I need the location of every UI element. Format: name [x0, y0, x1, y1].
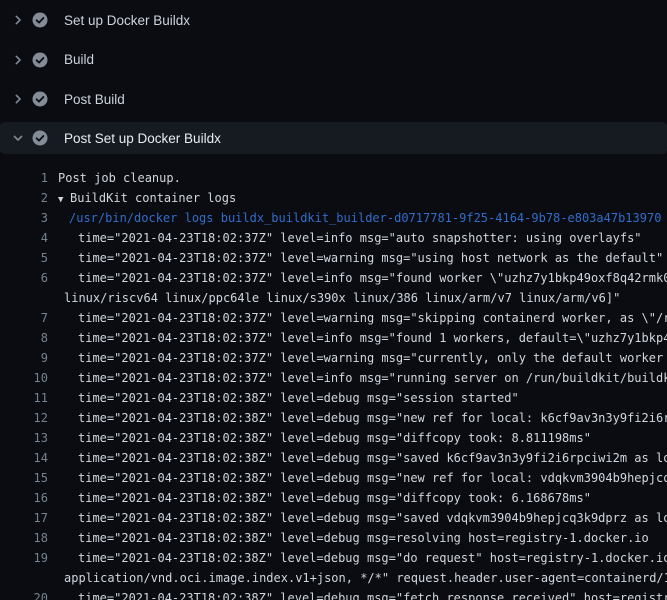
- log-panel[interactable]: 1 Post job cleanup. 2 ▼BuildKit containe…: [0, 157, 667, 600]
- log-line: linux/riscv64 linux/ppc64le linux/s390x …: [0, 288, 667, 308]
- log-line: 12 time="2021-04-23T18:02:38Z" level=deb…: [0, 408, 667, 428]
- step-header-1[interactable]: Build: [0, 40, 667, 79]
- line-number[interactable]: 5: [0, 248, 48, 268]
- log-text: time="2021-04-23T18:02:37Z" level=info m…: [78, 268, 667, 288]
- chevron-right-icon[interactable]: [10, 91, 26, 107]
- line-number[interactable]: 2: [0, 188, 48, 208]
- log-line: 18 time="2021-04-23T18:02:38Z" level=deb…: [0, 528, 667, 548]
- step-header-3[interactable]: Post Set up Docker Buildx: [0, 119, 667, 157]
- log-line: application/vnd.oci.image.index.v1+json,…: [0, 568, 667, 588]
- chevron-right-icon[interactable]: [10, 12, 26, 28]
- line-number[interactable]: 15: [0, 468, 48, 488]
- log-text: time="2021-04-23T18:02:37Z" level=warnin…: [78, 348, 667, 368]
- log-line: 9 time="2021-04-23T18:02:37Z" level=warn…: [0, 348, 667, 368]
- line-number[interactable]: 6: [0, 268, 48, 288]
- line-number[interactable]: 3: [0, 208, 48, 228]
- line-number[interactable]: 12: [0, 408, 48, 428]
- log-text: time="2021-04-23T18:02:38Z" level=debug …: [78, 448, 667, 468]
- line-number[interactable]: 20: [0, 588, 48, 600]
- log-line: 19 time="2021-04-23T18:02:38Z" level=deb…: [0, 548, 667, 568]
- step-title: Build: [64, 52, 94, 67]
- chevron-right-icon[interactable]: [10, 52, 26, 68]
- line-number[interactable]: 9: [0, 348, 48, 368]
- log-text: time="2021-04-23T18:02:38Z" level=debug …: [78, 588, 667, 600]
- log-line: 17 time="2021-04-23T18:02:38Z" level=deb…: [0, 508, 667, 528]
- log-line: 6 time="2021-04-23T18:02:37Z" level=info…: [0, 268, 667, 288]
- chevron-down-icon[interactable]: [10, 130, 26, 146]
- log-line: 10 time="2021-04-23T18:02:37Z" level=inf…: [0, 368, 667, 388]
- step-title: Set up Docker Buildx: [64, 13, 190, 28]
- step-title: Post Set up Docker Buildx: [64, 131, 221, 146]
- log-line: 5 time="2021-04-23T18:02:37Z" level=warn…: [0, 248, 667, 268]
- line-number[interactable]: 1: [0, 168, 48, 188]
- log-line: 16 time="2021-04-23T18:02:38Z" level=deb…: [0, 488, 667, 508]
- log-line: 3 /usr/bin/docker logs buildx_buildkit_b…: [0, 208, 667, 228]
- log-text: time="2021-04-23T18:02:38Z" level=debug …: [78, 408, 667, 428]
- log-text: time="2021-04-23T18:02:37Z" level=warnin…: [78, 308, 667, 328]
- log-text: time="2021-04-23T18:02:38Z" level=debug …: [78, 468, 667, 488]
- log-line: 7 time="2021-04-23T18:02:37Z" level=warn…: [0, 308, 667, 328]
- line-number[interactable]: 11: [0, 388, 48, 408]
- check-circle-icon: [32, 130, 48, 146]
- step-header-2[interactable]: Post Build: [0, 79, 667, 119]
- log-text: Post job cleanup.: [58, 168, 181, 188]
- line-number[interactable]: 10: [0, 368, 48, 388]
- log-text: application/vnd.oci.image.index.v1+json,…: [64, 568, 667, 588]
- line-number[interactable]: 19: [0, 548, 48, 568]
- log-line: 14 time="2021-04-23T18:02:38Z" level=deb…: [0, 448, 667, 468]
- log-text: time="2021-04-23T18:02:38Z" level=debug …: [78, 388, 519, 408]
- log-text: time="2021-04-23T18:02:38Z" level=debug …: [78, 488, 591, 508]
- line-number[interactable]: 16: [0, 488, 48, 508]
- log-text: time="2021-04-23T18:02:37Z" level=info m…: [78, 368, 667, 388]
- log-line: 15 time="2021-04-23T18:02:38Z" level=deb…: [0, 468, 667, 488]
- step-title: Post Build: [64, 92, 125, 107]
- log-line: 11 time="2021-04-23T18:02:38Z" level=deb…: [0, 388, 667, 408]
- log-text: ▼BuildKit container logs: [58, 188, 236, 210]
- line-number[interactable]: 7: [0, 308, 48, 328]
- collapse-toggle-icon[interactable]: ▼: [58, 190, 70, 210]
- line-number[interactable]: 14: [0, 448, 48, 468]
- log-line: 1 Post job cleanup.: [0, 168, 667, 188]
- line-number[interactable]: 8: [0, 328, 48, 348]
- line-number[interactable]: 18: [0, 528, 48, 548]
- log-text: time="2021-04-23T18:02:37Z" level=info m…: [78, 328, 667, 348]
- group-title: BuildKit container logs: [70, 191, 236, 205]
- log-line: 4 time="2021-04-23T18:02:37Z" level=info…: [0, 228, 667, 248]
- steps-list: Set up Docker Buildx Build P: [0, 0, 667, 157]
- line-number[interactable]: 13: [0, 428, 48, 448]
- log-text: time="2021-04-23T18:02:38Z" level=debug …: [78, 508, 667, 528]
- log-line: 8 time="2021-04-23T18:02:37Z" level=info…: [0, 328, 667, 348]
- log-line: 2 ▼BuildKit container logs: [0, 188, 667, 208]
- step-header-0[interactable]: Set up Docker Buildx: [0, 0, 667, 40]
- check-circle-icon: [32, 91, 48, 107]
- log-line: 13 time="2021-04-23T18:02:38Z" level=deb…: [0, 428, 667, 448]
- check-circle-icon: [32, 12, 48, 28]
- log-text: time="2021-04-23T18:02:37Z" level=warnin…: [78, 248, 663, 268]
- log-text: time="2021-04-23T18:02:38Z" level=debug …: [78, 548, 667, 568]
- log-line: 20 time="2021-04-23T18:02:38Z" level=deb…: [0, 588, 667, 600]
- log-text: time="2021-04-23T18:02:38Z" level=debug …: [78, 428, 591, 448]
- log-text: time="2021-04-23T18:02:37Z" level=info m…: [78, 228, 642, 248]
- check-circle-icon: [32, 52, 48, 68]
- line-number[interactable]: 17: [0, 508, 48, 528]
- actions-log-viewer: Set up Docker Buildx Build P: [0, 0, 667, 600]
- log-text: linux/riscv64 linux/ppc64le linux/s390x …: [64, 288, 620, 308]
- command-text: /usr/bin/docker logs buildx_buildkit_bui…: [69, 208, 661, 228]
- line-number[interactable]: 4: [0, 228, 48, 248]
- log-text: time="2021-04-23T18:02:38Z" level=debug …: [78, 528, 649, 548]
